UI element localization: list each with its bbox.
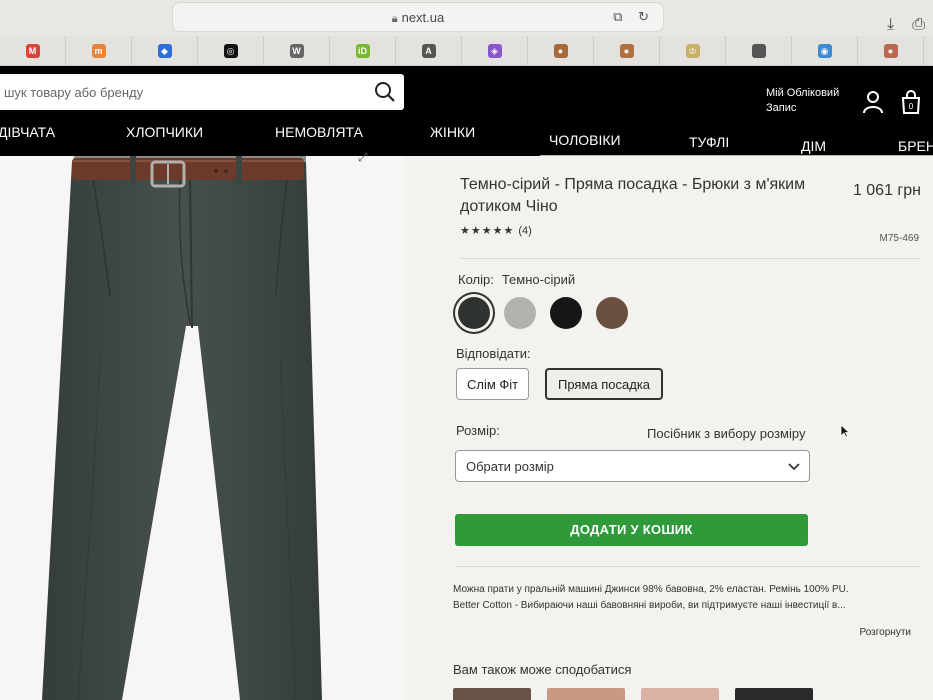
swatch-dark-grey[interactable]: [458, 297, 490, 329]
also-like-heading: Вам також може сподобатися: [453, 662, 632, 677]
site-header: шук товару або бренду Мій Обліковий Запи…: [0, 66, 933, 156]
bookmark-item[interactable]: ●: [858, 35, 924, 66]
color-label: Колір: Темно-сірий: [458, 272, 575, 287]
avatar-icon-1: ●: [553, 43, 568, 58]
size-label: Розмір:: [456, 423, 500, 438]
globe-icon: ◉: [817, 43, 832, 58]
fit-label: Відповідати:: [456, 346, 531, 361]
bookmark-item[interactable]: A: [396, 35, 462, 66]
rating-count: (4): [518, 225, 532, 237]
nav-item-boys[interactable]: ХЛОПЧИКИ: [126, 124, 203, 140]
bookmarks-bar: Mm ◆ ◎ WiD A ◈ ● ● ♔ ◉ ●: [0, 35, 933, 66]
description-line-2: Better Cotton - Вибираючи наші бавовняні…: [453, 600, 846, 611]
account-label-1: Мій Обліковий: [766, 87, 840, 99]
product-image[interactable]: ⤢: [0, 150, 405, 700]
bookmark-item[interactable]: ♔: [660, 35, 726, 66]
expand-icon[interactable]: ⤢: [358, 150, 378, 166]
bookmark-item[interactable]: M: [0, 35, 66, 66]
size-select-value: Обрати розмір: [466, 459, 554, 474]
size-select[interactable]: Обрати розмір: [455, 450, 810, 482]
recommendations: [453, 688, 829, 700]
color-swatches: [458, 297, 642, 329]
a-icon: A: [421, 43, 436, 58]
url-text: 🔒︎ next.ua: [173, 10, 663, 26]
fit-straight-button[interactable]: Пряма посадка: [545, 368, 664, 400]
browser-toolbar: 🔒︎ next.ua ⧉ ↻ ⤓ ⎙: [0, 0, 933, 36]
divider: [455, 566, 921, 567]
nav-item-women[interactable]: ЖІНКИ: [430, 124, 475, 140]
apple-icon: [751, 43, 766, 58]
avatar-icon-2: ●: [619, 43, 634, 58]
product-price: 1 061 грн: [852, 182, 921, 199]
reload-icon[interactable]: ⧉ ↻: [613, 9, 655, 25]
swatch-black[interactable]: [550, 297, 582, 329]
nav-item-babies[interactable]: НЕМОВЛЯТА: [275, 124, 363, 140]
share-icon[interactable]: ⎙: [912, 16, 925, 33]
purple-icon: ◈: [487, 43, 502, 58]
divider: [540, 152, 933, 156]
bookmark-item[interactable]: iD: [330, 35, 396, 66]
nav-item-men[interactable]: ЧОЛОВІКИ: [549, 132, 621, 148]
swatch-light-grey[interactable]: [504, 297, 536, 329]
star-rating-icon: ★★★★★: [460, 225, 515, 237]
fit-slim-button[interactable]: Слім Фіт: [456, 368, 530, 400]
product-page: ⤢ Темно-сірий - Пряма посадка - Брюки з …: [0, 150, 933, 700]
bookmark-item[interactable]: ◎: [198, 35, 264, 66]
search-placeholder: шук товару або бренду: [4, 85, 144, 100]
gmail-icon: M: [25, 43, 40, 58]
add-to-cart-button[interactable]: ДОДАТИ У КОШИК: [455, 514, 808, 546]
product-code: M75-469: [879, 233, 919, 244]
main-nav: ДІВЧАТА ХЛОПЧИКИ НЕМОВЛЯТА ЖІНКИ ЧОЛОВІК…: [0, 116, 933, 156]
product-description: Можна прати у пральній машині Джинси 98%…: [453, 582, 903, 614]
recommendation-thumb[interactable]: [453, 688, 531, 700]
crest-icon: ♔: [685, 43, 700, 58]
divider: [460, 258, 921, 259]
search-icon[interactable]: [374, 81, 396, 103]
recommendation-thumb[interactable]: [641, 688, 719, 700]
mi-icon: m: [91, 43, 106, 58]
bookmark-item[interactable]: ●: [594, 35, 660, 66]
bookmark-item[interactable]: ●: [528, 35, 594, 66]
w-icon: W: [289, 43, 304, 58]
download-icon[interactable]: ⤓: [887, 16, 894, 33]
diamond-icon: ◆: [157, 43, 172, 58]
product-title: Темно-сірий - Пряма посадка - Брюки з м'…: [460, 176, 806, 215]
bookmark-item[interactable]: ◉: [792, 35, 858, 66]
description-line-1: Можна прати у пральній машині Джинси 98%…: [453, 584, 849, 595]
swatch-brown[interactable]: [596, 297, 628, 329]
address-bar[interactable]: 🔒︎ next.ua ⧉ ↻: [172, 2, 664, 32]
search-input[interactable]: шук товару або бренду: [0, 74, 404, 110]
product-rating[interactable]: ★★★★★ (4): [460, 224, 532, 237]
bag-icon[interactable]: 0: [900, 90, 922, 114]
avatar-icon-3: ●: [883, 43, 898, 58]
browser-actions: ⤓ ⎙: [869, 16, 925, 34]
url-value: next.ua: [401, 10, 445, 25]
openai-icon: ◎: [223, 43, 238, 58]
lock-icon: 🔒︎: [391, 13, 398, 25]
id-icon: iD: [355, 43, 370, 58]
bookmark-item[interactable]: W: [264, 35, 330, 66]
chevron-down-icon: [788, 463, 800, 471]
product-info: Темно-сірий - Пряма посадка - Брюки з м'…: [405, 155, 933, 700]
nav-item-girls[interactable]: ДІВЧАТА: [0, 124, 55, 140]
color-label-text: Колір:: [458, 272, 494, 287]
mouse-pointer-icon: [840, 424, 850, 438]
account-label-2: Запис: [766, 102, 797, 114]
recommendation-thumb[interactable]: [735, 688, 813, 700]
size-guide-link[interactable]: Посібник з вибору розміру: [647, 426, 805, 441]
bookmark-item[interactable]: ◆: [132, 35, 198, 66]
account-link[interactable]: Мій Обліковий Запис: [766, 86, 839, 116]
bag-count: 0: [909, 102, 914, 111]
color-value: Темно-сірий: [501, 272, 576, 287]
bookmark-item[interactable]: [726, 35, 792, 66]
expand-link[interactable]: Розгорнути: [859, 627, 911, 638]
bookmark-item[interactable]: m: [66, 35, 132, 66]
nav-item-shoes[interactable]: ТУФЛІ: [689, 134, 729, 150]
bookmark-item[interactable]: ◈: [462, 35, 528, 66]
user-icon[interactable]: [862, 90, 884, 114]
recommendation-thumb[interactable]: [547, 688, 625, 700]
trousers-image: [42, 150, 322, 700]
